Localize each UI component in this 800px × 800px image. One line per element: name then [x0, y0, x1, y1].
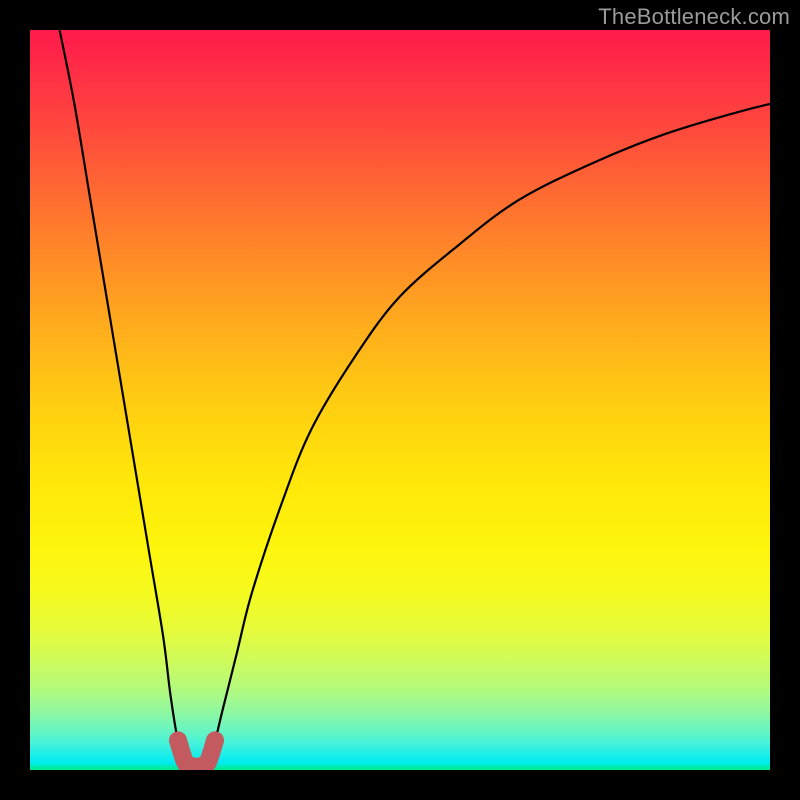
- curve-layer: [30, 30, 770, 770]
- plot-area: [30, 30, 770, 770]
- curve-right-branch: [208, 104, 770, 755]
- curve-left-branch: [60, 30, 186, 755]
- bottom-dip-marker: [178, 740, 215, 766]
- chart-frame: TheBottleneck.com: [0, 0, 800, 800]
- watermark-text: TheBottleneck.com: [598, 4, 790, 30]
